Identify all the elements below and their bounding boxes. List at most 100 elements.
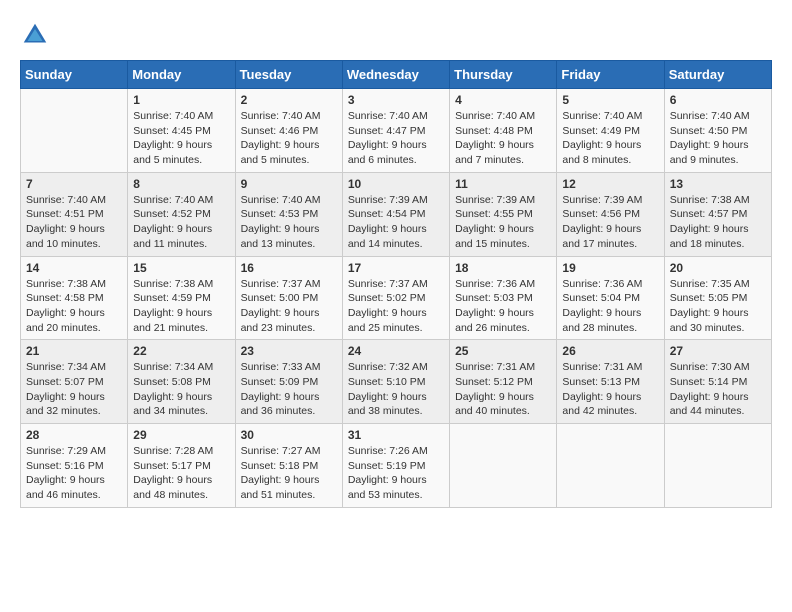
day-info: Sunrise: 7:33 AMSunset: 5:09 PMDaylight:…	[241, 360, 337, 419]
calendar-cell: 15 Sunrise: 7:38 AMSunset: 4:59 PMDayligh…	[128, 256, 235, 340]
day-info: Sunrise: 7:30 AMSunset: 5:14 PMDaylight:…	[670, 360, 766, 419]
day-number: 21	[26, 344, 122, 358]
day-number: 30	[241, 428, 337, 442]
day-info: Sunrise: 7:40 AMSunset: 4:50 PMDaylight:…	[670, 109, 766, 168]
calendar-cell	[21, 89, 128, 173]
calendar-week-4: 21 Sunrise: 7:34 AMSunset: 5:07 PMDayligh…	[21, 340, 772, 424]
day-info: Sunrise: 7:40 AMSunset: 4:47 PMDaylight:…	[348, 109, 444, 168]
calendar-cell: 30 Sunrise: 7:27 AMSunset: 5:18 PMDayligh…	[235, 424, 342, 508]
page-header	[20, 20, 772, 50]
day-number: 22	[133, 344, 229, 358]
day-info: Sunrise: 7:31 AMSunset: 5:12 PMDaylight:…	[455, 360, 551, 419]
day-number: 10	[348, 177, 444, 191]
calendar-cell: 27 Sunrise: 7:30 AMSunset: 5:14 PMDayligh…	[664, 340, 771, 424]
logo	[20, 20, 54, 50]
day-info: Sunrise: 7:39 AMSunset: 4:55 PMDaylight:…	[455, 193, 551, 252]
calendar-cell: 2 Sunrise: 7:40 AMSunset: 4:46 PMDaylight…	[235, 89, 342, 173]
day-number: 28	[26, 428, 122, 442]
column-header-monday: Monday	[128, 61, 235, 89]
calendar-cell: 7 Sunrise: 7:40 AMSunset: 4:51 PMDaylight…	[21, 172, 128, 256]
calendar-week-2: 7 Sunrise: 7:40 AMSunset: 4:51 PMDaylight…	[21, 172, 772, 256]
column-header-sunday: Sunday	[21, 61, 128, 89]
day-info: Sunrise: 7:40 AMSunset: 4:45 PMDaylight:…	[133, 109, 229, 168]
day-number: 2	[241, 93, 337, 107]
calendar-cell: 20 Sunrise: 7:35 AMSunset: 5:05 PMDayligh…	[664, 256, 771, 340]
calendar-cell: 24Sunrise: 7:32 AMSunset: 5:10 PMDayligh…	[342, 340, 449, 424]
day-number: 7	[26, 177, 122, 191]
day-info: Sunrise: 7:40 AMSunset: 4:51 PMDaylight:…	[26, 193, 122, 252]
day-number: 31	[348, 428, 444, 442]
day-number: 16	[241, 261, 337, 275]
day-info: Sunrise: 7:28 AMSunset: 5:17 PMDaylight:…	[133, 444, 229, 503]
calendar-cell: 28 Sunrise: 7:29 AMSunset: 5:16 PMDayligh…	[21, 424, 128, 508]
day-number: 26	[562, 344, 658, 358]
calendar-body: 1 Sunrise: 7:40 AMSunset: 4:45 PMDaylight…	[21, 89, 772, 508]
calendar-cell: 8Sunrise: 7:40 AMSunset: 4:52 PMDaylight…	[128, 172, 235, 256]
day-number: 25	[455, 344, 551, 358]
calendar-cell: 5Sunrise: 7:40 AMSunset: 4:49 PMDaylight…	[557, 89, 664, 173]
day-info: Sunrise: 7:38 AMSunset: 4:59 PMDaylight:…	[133, 277, 229, 336]
day-number: 23	[241, 344, 337, 358]
day-number: 18	[455, 261, 551, 275]
calendar-cell: 9 Sunrise: 7:40 AMSunset: 4:53 PMDaylight…	[235, 172, 342, 256]
calendar-cell: 14Sunrise: 7:38 AMSunset: 4:58 PMDayligh…	[21, 256, 128, 340]
day-info: Sunrise: 7:40 AMSunset: 4:49 PMDaylight:…	[562, 109, 658, 168]
day-number: 15	[133, 261, 229, 275]
calendar-cell: 19 Sunrise: 7:36 AMSunset: 5:04 PMDayligh…	[557, 256, 664, 340]
calendar-header: SundayMondayTuesdayWednesdayThursdayFrid…	[21, 61, 772, 89]
calendar-cell: 16Sunrise: 7:37 AMSunset: 5:00 PMDayligh…	[235, 256, 342, 340]
day-info: Sunrise: 7:27 AMSunset: 5:18 PMDaylight:…	[241, 444, 337, 503]
calendar-cell: 29Sunrise: 7:28 AMSunset: 5:17 PMDayligh…	[128, 424, 235, 508]
calendar-cell: 6 Sunrise: 7:40 AMSunset: 4:50 PMDaylight…	[664, 89, 771, 173]
day-info: Sunrise: 7:40 AMSunset: 4:48 PMDaylight:…	[455, 109, 551, 168]
calendar-cell: 23 Sunrise: 7:33 AMSunset: 5:09 PMDayligh…	[235, 340, 342, 424]
day-info: Sunrise: 7:39 AMSunset: 4:54 PMDaylight:…	[348, 193, 444, 252]
column-header-saturday: Saturday	[664, 61, 771, 89]
calendar-cell: 21 Sunrise: 7:34 AMSunset: 5:07 PMDayligh…	[21, 340, 128, 424]
day-info: Sunrise: 7:38 AMSunset: 4:58 PMDaylight:…	[26, 277, 122, 336]
column-header-friday: Friday	[557, 61, 664, 89]
day-number: 4	[455, 93, 551, 107]
day-number: 17	[348, 261, 444, 275]
day-number: 1	[133, 93, 229, 107]
column-header-wednesday: Wednesday	[342, 61, 449, 89]
day-info: Sunrise: 7:40 AMSunset: 4:46 PMDaylight:…	[241, 109, 337, 168]
logo-icon	[20, 20, 50, 50]
day-info: Sunrise: 7:37 AMSunset: 5:02 PMDaylight:…	[348, 277, 444, 336]
calendar-cell	[450, 424, 557, 508]
day-info: Sunrise: 7:40 AMSunset: 4:53 PMDaylight:…	[241, 193, 337, 252]
day-info: Sunrise: 7:34 AMSunset: 5:08 PMDaylight:…	[133, 360, 229, 419]
calendar-cell: 3 Sunrise: 7:40 AMSunset: 4:47 PMDaylight…	[342, 89, 449, 173]
day-number: 11	[455, 177, 551, 191]
calendar-week-1: 1 Sunrise: 7:40 AMSunset: 4:45 PMDaylight…	[21, 89, 772, 173]
day-number: 20	[670, 261, 766, 275]
day-number: 27	[670, 344, 766, 358]
calendar-cell: 25 Sunrise: 7:31 AMSunset: 5:12 PMDayligh…	[450, 340, 557, 424]
day-info: Sunrise: 7:31 AMSunset: 5:13 PMDaylight:…	[562, 360, 658, 419]
column-header-tuesday: Tuesday	[235, 61, 342, 89]
calendar-cell: 1 Sunrise: 7:40 AMSunset: 4:45 PMDaylight…	[128, 89, 235, 173]
day-info: Sunrise: 7:39 AMSunset: 4:56 PMDaylight:…	[562, 193, 658, 252]
calendar-week-3: 14Sunrise: 7:38 AMSunset: 4:58 PMDayligh…	[21, 256, 772, 340]
day-info: Sunrise: 7:35 AMSunset: 5:05 PMDaylight:…	[670, 277, 766, 336]
day-number: 19	[562, 261, 658, 275]
calendar-cell: 18 Sunrise: 7:36 AMSunset: 5:03 PMDayligh…	[450, 256, 557, 340]
day-info: Sunrise: 7:36 AMSunset: 5:04 PMDaylight:…	[562, 277, 658, 336]
day-number: 9	[241, 177, 337, 191]
day-info: Sunrise: 7:36 AMSunset: 5:03 PMDaylight:…	[455, 277, 551, 336]
day-number: 24	[348, 344, 444, 358]
calendar-cell: 10 Sunrise: 7:39 AMSunset: 4:54 PMDayligh…	[342, 172, 449, 256]
day-info: Sunrise: 7:29 AMSunset: 5:16 PMDaylight:…	[26, 444, 122, 503]
calendar-cell	[557, 424, 664, 508]
day-number: 12	[562, 177, 658, 191]
day-number: 8	[133, 177, 229, 191]
day-number: 13	[670, 177, 766, 191]
day-number: 3	[348, 93, 444, 107]
calendar-cell: 12 Sunrise: 7:39 AMSunset: 4:56 PMDayligh…	[557, 172, 664, 256]
days-header-row: SundayMondayTuesdayWednesdayThursdayFrid…	[21, 61, 772, 89]
day-info: Sunrise: 7:34 AMSunset: 5:07 PMDaylight:…	[26, 360, 122, 419]
day-number: 6	[670, 93, 766, 107]
calendar-cell	[664, 424, 771, 508]
column-header-thursday: Thursday	[450, 61, 557, 89]
calendar-week-5: 28 Sunrise: 7:29 AMSunset: 5:16 PMDayligh…	[21, 424, 772, 508]
